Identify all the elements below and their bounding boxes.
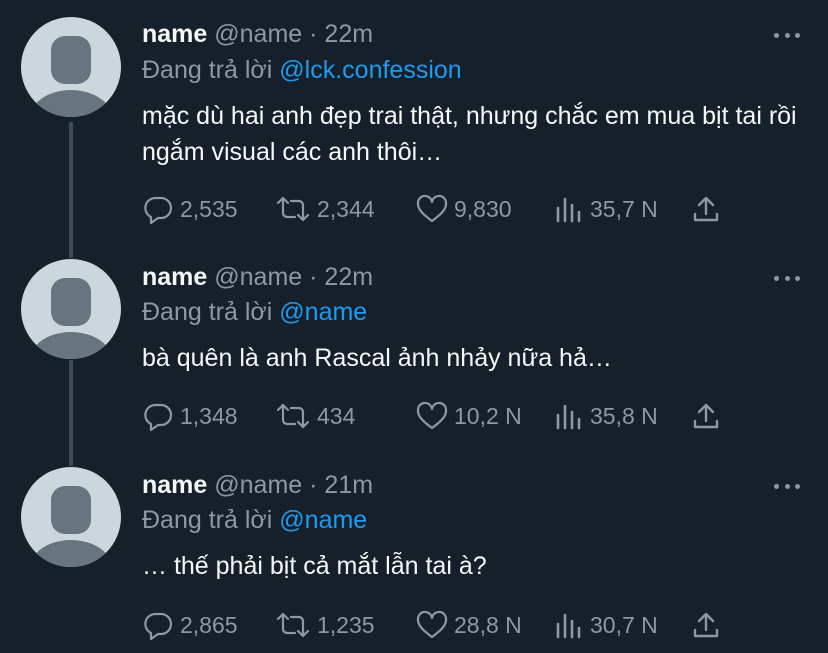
views-button[interactable]: 35,7 N bbox=[554, 192, 658, 226]
avatar[interactable] bbox=[21, 259, 121, 359]
like-button[interactable]: 28,8 N bbox=[416, 608, 522, 642]
share-icon bbox=[693, 403, 719, 429]
share-button[interactable] bbox=[691, 399, 721, 433]
tweet[interactable]: name @name · 22m Đang trả lời @name bà q… bbox=[0, 255, 828, 465]
views-button[interactable]: 30,7 N bbox=[554, 608, 658, 642]
views-count: 35,7 N bbox=[590, 195, 658, 222]
retweet-count: 434 bbox=[317, 402, 356, 429]
avatar[interactable] bbox=[21, 17, 121, 117]
reply-icon bbox=[144, 403, 173, 431]
tweet-text: … thế phải bịt cả mắt lẫn tai à? bbox=[142, 552, 487, 580]
avatar-head-shape bbox=[51, 486, 91, 534]
tweet-actions: 2,535 2,344 9,830 35,7 N bbox=[142, 192, 742, 226]
like-button[interactable]: 10,2 N bbox=[416, 399, 522, 433]
retweet-icon bbox=[276, 403, 310, 429]
user-handle[interactable]: @name bbox=[214, 471, 302, 499]
share-button[interactable] bbox=[691, 192, 721, 226]
display-name[interactable]: name bbox=[142, 263, 207, 291]
timestamp[interactable]: 22m bbox=[324, 263, 373, 291]
more-options-icon[interactable] bbox=[774, 481, 800, 491]
retweet-button[interactable]: 2,344 bbox=[275, 192, 375, 226]
reply-button[interactable]: 1,348 bbox=[142, 399, 238, 433]
replying-prefix: Đang trả lời bbox=[142, 56, 273, 84]
more-options-icon[interactable] bbox=[774, 273, 800, 283]
mention-link[interactable]: @name bbox=[279, 298, 367, 326]
tweet-actions: 2,865 1,235 28,8 N 30,7 N bbox=[142, 608, 742, 642]
tweet[interactable]: name @name · 22m Đang trả lời @lck.confe… bbox=[0, 0, 828, 255]
avatar-body-shape bbox=[29, 90, 113, 117]
retweet-icon bbox=[276, 196, 310, 222]
replying-to: Đang trả lời @name bbox=[142, 506, 367, 535]
avatar-head-shape bbox=[51, 278, 91, 326]
user-handle[interactable]: @name bbox=[214, 263, 302, 291]
separator-dot: · bbox=[309, 20, 318, 48]
avatar[interactable] bbox=[21, 467, 121, 567]
avatar-body-shape bbox=[29, 332, 113, 359]
like-count: 28,8 N bbox=[454, 611, 522, 638]
mention-link[interactable]: @name bbox=[279, 506, 367, 534]
tweet-header: name @name · 22m bbox=[142, 263, 373, 292]
reply-icon bbox=[144, 612, 173, 640]
reply-count: 2,535 bbox=[180, 195, 238, 222]
tweet-text: bà quên là anh Rascal ảnh nhảy nữa hả… bbox=[142, 344, 612, 372]
reply-button[interactable]: 2,535 bbox=[142, 192, 238, 226]
retweet-count: 2,344 bbox=[317, 195, 375, 222]
like-count: 9,830 bbox=[454, 195, 512, 222]
tweet[interactable]: name @name · 21m Đang trả lời @name … th… bbox=[0, 465, 828, 653]
mention-link[interactable]: @lck.confession bbox=[279, 56, 461, 84]
retweet-icon bbox=[276, 612, 310, 638]
timestamp[interactable]: 22m bbox=[324, 20, 373, 48]
separator-dot: · bbox=[309, 471, 318, 499]
avatar-head-shape bbox=[51, 36, 91, 84]
views-count: 35,8 N bbox=[590, 402, 658, 429]
more-options-icon[interactable] bbox=[774, 30, 800, 40]
retweet-button[interactable]: 1,235 bbox=[275, 608, 375, 642]
user-handle[interactable]: @name bbox=[214, 20, 302, 48]
display-name[interactable]: name bbox=[142, 20, 207, 48]
avatar-body-shape bbox=[29, 540, 113, 567]
share-icon bbox=[693, 196, 719, 222]
views-button[interactable]: 35,8 N bbox=[554, 399, 658, 433]
like-count: 10,2 N bbox=[454, 402, 522, 429]
separator-dot: · bbox=[309, 263, 318, 291]
reply-count: 2,865 bbox=[180, 611, 238, 638]
views-count: 30,7 N bbox=[590, 611, 658, 638]
retweet-button[interactable]: 434 bbox=[275, 399, 355, 433]
share-icon bbox=[693, 612, 719, 638]
heart-icon bbox=[416, 194, 448, 223]
replying-prefix: Đang trả lời bbox=[142, 506, 273, 534]
heart-icon bbox=[416, 401, 448, 430]
replying-to: Đang trả lời @name bbox=[142, 298, 367, 327]
share-button[interactable] bbox=[691, 608, 721, 642]
replying-to: Đang trả lời @lck.confession bbox=[142, 56, 462, 85]
analytics-icon bbox=[556, 197, 581, 223]
timestamp[interactable]: 21m bbox=[324, 471, 373, 499]
retweet-count: 1,235 bbox=[317, 611, 375, 638]
reply-count: 1,348 bbox=[180, 402, 238, 429]
reply-button[interactable]: 2,865 bbox=[142, 608, 238, 642]
replying-prefix: Đang trả lời bbox=[142, 298, 273, 326]
tweet-header: name @name · 21m bbox=[142, 471, 373, 500]
heart-icon bbox=[416, 610, 448, 639]
tweet-text: mặc dù hai anh đẹp trai thật, nhưng chắc… bbox=[142, 102, 797, 166]
tweet-actions: 1,348 434 10,2 N 35,8 N bbox=[142, 399, 742, 433]
analytics-icon bbox=[556, 404, 581, 430]
like-button[interactable]: 9,830 bbox=[416, 192, 512, 226]
reply-icon bbox=[144, 196, 173, 224]
display-name[interactable]: name bbox=[142, 471, 207, 499]
tweet-header: name @name · 22m bbox=[142, 20, 373, 49]
analytics-icon bbox=[556, 613, 581, 639]
